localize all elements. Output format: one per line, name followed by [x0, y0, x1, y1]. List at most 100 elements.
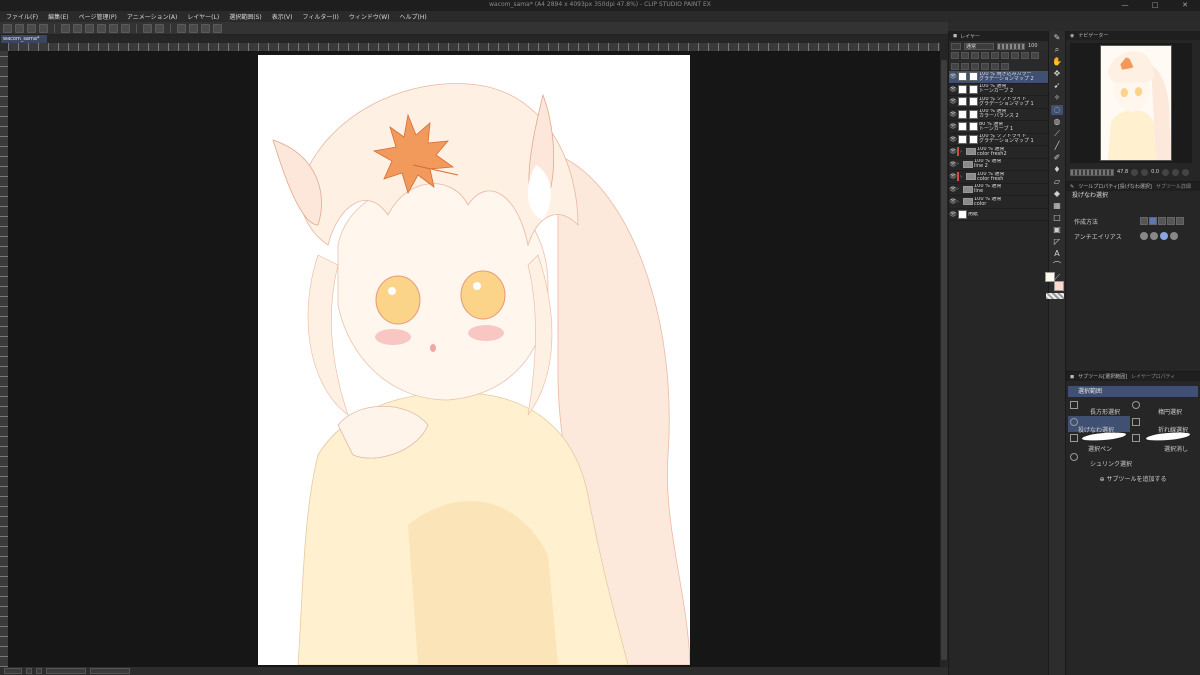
crop-icon[interactable] [121, 23, 130, 33]
layer-row[interactable]: 👁 用紙 [949, 209, 1048, 221]
new-vector-layer-icon[interactable] [1031, 52, 1039, 59]
clip-lower-layer-icon[interactable] [951, 52, 959, 59]
subtool-group[interactable]: 選択範囲 [1068, 386, 1198, 397]
add-selection-option[interactable] [1149, 217, 1157, 225]
ruler-icon[interactable]: ◸ [1051, 237, 1063, 247]
menu-help[interactable]: ヘルプ(H) [399, 12, 426, 21]
clear-icon[interactable] [97, 23, 106, 33]
visibility-eye-icon[interactable]: 👁 [949, 86, 957, 93]
folder-expand-icon[interactable]: › [960, 149, 965, 155]
layer-color-icon[interactable] [1011, 52, 1019, 59]
layer-row[interactable]: 👁 100 % 通常 カラーバランス 2 [949, 109, 1048, 121]
layer-row[interactable]: 👁 100 % 焼き込みカラー グラデーションマップ 2 [949, 71, 1048, 84]
maximize-button[interactable]: □ [1140, 0, 1170, 11]
pen-icon[interactable]: ╱ [1051, 141, 1063, 151]
visibility-eye-icon[interactable]: 👁 [949, 73, 957, 80]
intersect-selection-option[interactable] [1167, 217, 1175, 225]
antialias-strong-option[interactable] [1170, 232, 1178, 240]
text-icon[interactable]: A [1051, 249, 1063, 259]
pen-tool-icon[interactable]: ✎ [1051, 33, 1063, 43]
layer-row[interactable]: 👁 100 % ソフトライト グラデーションマップ 1 [949, 96, 1048, 109]
menu-view[interactable]: 表示(V) [272, 12, 293, 21]
magic-wand-icon[interactable]: ✧ [1051, 93, 1063, 103]
menu-edit[interactable]: 編集(E) [48, 12, 68, 21]
balloon-icon[interactable]: ⌒ [1051, 261, 1063, 271]
lasso-fill-icon[interactable]: ◍ [1051, 117, 1063, 127]
blend-mode-select[interactable]: 通常 [964, 42, 994, 50]
menu-window[interactable]: ウィンドウ(W) [349, 12, 390, 21]
undo-icon[interactable] [61, 23, 70, 33]
new-mask-icon[interactable] [981, 63, 989, 70]
menu-page[interactable]: ページ管理(P) [79, 12, 117, 21]
flip-icon[interactable] [1182, 168, 1190, 176]
transfer-down-icon[interactable] [961, 63, 969, 70]
lock-transparent-icon[interactable] [981, 52, 989, 59]
layer-row[interactable]: 👁 › 100 % 通常 color fresh [949, 171, 1048, 184]
rotation-slider[interactable] [90, 668, 130, 674]
subtool-detail-tab[interactable]: サブツール詳細 [1156, 183, 1191, 190]
folder-expand-icon[interactable]: › [957, 186, 962, 192]
layer-row[interactable]: 👁 80 % 通常 トーンカーブ 1 [949, 121, 1048, 134]
snap-perspective-icon[interactable] [213, 23, 222, 33]
new-folder-icon[interactable] [951, 63, 959, 70]
subtool-selection-pen[interactable]: 選択ペン [1088, 444, 1112, 453]
eraser-icon[interactable]: ▱ [1051, 177, 1063, 187]
save-icon[interactable] [39, 23, 48, 33]
gradient-icon[interactable]: ▦ [1051, 201, 1063, 211]
folder-expand-icon[interactable]: › [957, 161, 962, 167]
deselect-icon[interactable] [143, 23, 152, 33]
figure-icon[interactable]: □ [1051, 213, 1063, 223]
operation-tool-icon[interactable]: ➹ [1051, 81, 1063, 91]
apply-mask-icon[interactable] [991, 63, 999, 70]
menu-filter[interactable]: フィルター(I) [303, 12, 339, 21]
rotate-right-icon[interactable] [1172, 168, 1180, 176]
open-file-icon[interactable] [27, 23, 36, 33]
loading-icon[interactable] [85, 23, 94, 33]
visibility-eye-icon[interactable]: 👁 [949, 186, 957, 193]
redo-icon[interactable] [73, 23, 82, 33]
visibility-eye-icon[interactable]: 👁 [949, 148, 957, 155]
visibility-eye-icon[interactable]: 👁 [949, 123, 957, 130]
layer-row[interactable]: 👁 › 100 % 通常 line 2 [949, 159, 1048, 171]
visibility-eye-icon[interactable]: 👁 [949, 136, 957, 143]
visibility-eye-icon[interactable]: 👁 [949, 198, 957, 205]
rotate-left-icon[interactable] [1162, 168, 1170, 176]
delete-layer-icon[interactable] [1001, 63, 1009, 70]
zoom-out-button[interactable] [26, 668, 32, 674]
antialias-none-option[interactable] [1140, 232, 1148, 240]
add-subtool-button[interactable]: ⊕ サブツールを追加する [1066, 474, 1200, 483]
subtool-ellipse-select[interactable]: 楕円選択 [1158, 407, 1182, 416]
subtool-shrink-select[interactable]: シュリンク選択 [1090, 459, 1132, 468]
zoom-in-button[interactable] [36, 668, 42, 674]
menu-selection[interactable]: 選択範囲(S) [229, 12, 262, 21]
lasso-tool-icon[interactable]: ◌ [1051, 105, 1063, 115]
subtool-rect-select[interactable]: 長方形選択 [1090, 407, 1120, 416]
snap-special-ruler-icon[interactable] [189, 23, 198, 33]
zoom-in-icon[interactable] [1131, 168, 1139, 176]
merge-down-icon[interactable] [971, 63, 979, 70]
eyedropper-icon[interactable]: ⟋ [1051, 129, 1063, 139]
sub-color-swatch[interactable] [1054, 281, 1064, 291]
zoom-out-icon[interactable] [1141, 168, 1149, 176]
menu-file[interactable]: ファイル(F) [6, 12, 38, 21]
visibility-eye-icon[interactable]: 👁 [949, 161, 957, 168]
visibility-eye-icon[interactable]: 👁 [949, 111, 957, 118]
menu-layer[interactable]: レイヤー(L) [187, 12, 219, 21]
app-icon[interactable] [3, 23, 12, 33]
brush-icon[interactable]: ♦ [1051, 165, 1063, 175]
zoom-field[interactable] [4, 668, 22, 674]
visibility-eye-icon[interactable]: 👁 [949, 211, 957, 218]
invert-selection-icon[interactable] [155, 23, 164, 33]
menu-animation[interactable]: アニメーション(A) [127, 12, 178, 21]
new-raster-layer-icon[interactable] [1021, 52, 1029, 59]
layer-property-tab[interactable]: レイヤープロパティ [1131, 373, 1175, 380]
zoom-slider-nav[interactable] [1070, 168, 1114, 176]
pencil-icon[interactable]: ✐ [1051, 153, 1063, 163]
close-button[interactable]: ✕ [1170, 0, 1200, 11]
transparent-color-swatch[interactable] [1046, 293, 1064, 299]
move-tool-icon[interactable]: ✥ [1051, 69, 1063, 79]
vertical-scrollbar-thumb[interactable] [941, 60, 947, 660]
visibility-eye-icon[interactable]: 👁 [949, 98, 957, 105]
artwork-canvas[interactable] [258, 55, 690, 665]
folder-expand-icon[interactable]: › [960, 174, 965, 180]
